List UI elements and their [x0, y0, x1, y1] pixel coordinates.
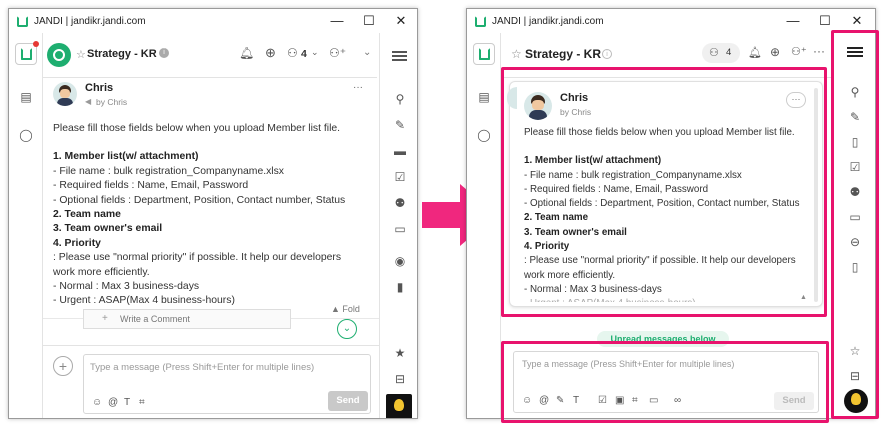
message-input-placeholder: Type a message (Press Shift+Enter for mu…: [90, 362, 315, 373]
left-rail: ▤ ◯: [467, 33, 501, 418]
mentions-icon[interactable]: ✎: [392, 117, 408, 133]
invite-icon[interactable]: ⚇⁺: [791, 45, 807, 58]
star-icon[interactable]: ☆: [76, 48, 86, 61]
message-input[interactable]: Type a message (Press Shift+Enter for mu…: [83, 354, 371, 414]
minimize-button[interactable]: —: [777, 9, 809, 33]
minimize-button[interactable]: —: [321, 9, 353, 33]
text-format-icon[interactable]: T: [124, 397, 130, 408]
maximize-button[interactable]: ☐: [353, 9, 385, 33]
send-button[interactable]: Send: [328, 391, 368, 411]
files-icon[interactable]: ▤: [18, 89, 34, 105]
emoji-icon[interactable]: ☺: [92, 397, 102, 408]
left-rail: ▤ ◯: [9, 33, 43, 418]
org-chart-icon[interactable]: ⚉: [392, 195, 408, 211]
highlight-message-card: [501, 67, 827, 317]
invite-icon[interactable]: ⚇⁺: [329, 46, 346, 60]
message-card: Chris ◀ by Chris ··· Please fill those f…: [43, 78, 379, 318]
message-body: Please fill those fields below when you …: [53, 122, 365, 312]
right-rail: ⚲ ✎ ▬ ☑ ⚉ ▭ ◉ ▮ ★ ⊟: [379, 33, 417, 418]
author-name[interactable]: Chris: [85, 82, 113, 94]
message-more-button[interactable]: ···: [353, 82, 363, 93]
search-icon[interactable]: ⚲: [392, 91, 408, 107]
info-icon[interactable]: i: [602, 49, 612, 59]
composer-area: + Type a message (Press Shift+Enter for …: [43, 345, 379, 418]
author-avatar[interactable]: [53, 82, 77, 106]
message-line: 1. Member list(w/ attachment): [53, 151, 199, 163]
star-icon[interactable]: ☆: [511, 47, 522, 61]
window-title: JANDI | jandikr.jandi.com: [492, 15, 604, 27]
message-line: - File name : bulk registration_Companyn…: [53, 165, 284, 177]
jandi-logo-icon: [475, 15, 486, 27]
file-icon[interactable]: ▬: [392, 143, 408, 159]
chevron-down-icon[interactable]: ⌄: [311, 47, 319, 58]
reply-icon: ◀: [85, 97, 92, 106]
collapse-icon[interactable]: ⌄: [363, 47, 371, 58]
more-icon[interactable]: ···: [813, 44, 825, 58]
menu-icon[interactable]: [392, 51, 407, 61]
fold-button[interactable]: ▲ Fold: [331, 304, 360, 314]
code-icon[interactable]: ⌗: [139, 397, 145, 408]
message-line: 4. Priority: [53, 237, 101, 249]
member-count[interactable]: 4: [301, 48, 307, 60]
user-avatar[interactable]: [386, 394, 412, 418]
scroll-down-button[interactable]: ⌄: [337, 319, 357, 339]
member-count: 4: [726, 47, 732, 58]
highlight-composer: [501, 341, 829, 423]
window-title: JANDI | jandikr.jandi.com: [34, 15, 146, 27]
message-line: : Please use "normal priority" if possib…: [53, 252, 342, 278]
todo-icon[interactable]: ☑: [392, 169, 408, 185]
message-line: 3. Team owner's email: [53, 223, 163, 235]
bell-icon[interactable]: 🔔︎: [748, 46, 762, 59]
connect-icon[interactable]: ⊕: [265, 45, 276, 61]
members-pill[interactable]: ⚇ 4: [702, 43, 740, 63]
topic-header: ☆ Strategy - KR i 🔔︎ ⊕ ⚇ 4 ⌄ ⚇⁺ ⌄: [43, 33, 377, 78]
tray-icon[interactable]: ⊟: [392, 371, 408, 387]
bell-icon[interactable]: 🔔︎: [239, 46, 254, 60]
members-icon[interactable]: ⚇: [287, 46, 298, 60]
old-ui-window: JANDI | jandikr.jandi.com — ☐ ✕ ▤ ◯ ☆ St…: [8, 8, 418, 419]
bookmark-icon[interactable]: ▮: [392, 279, 408, 295]
message-line: - Required fields : Name, Email, Passwor…: [53, 180, 249, 192]
by-line: by Chris: [96, 97, 128, 107]
message-line: Please fill those fields below when you …: [53, 123, 341, 134]
add-button[interactable]: +: [53, 356, 73, 376]
favorite-star-icon[interactable]: ★: [392, 345, 408, 361]
highlight-right-rail: [831, 30, 879, 419]
topic-title: Strategy - KR: [525, 47, 602, 61]
message-line: - Normal : Max 3 business-days: [53, 281, 200, 293]
team-logo-icon[interactable]: [15, 41, 39, 65]
message-line: 2. Team name: [53, 209, 121, 221]
connect-icon[interactable]: ⊕: [770, 45, 780, 59]
write-comment-box[interactable]: + Write a Comment: [83, 309, 291, 329]
team-logo-icon[interactable]: [473, 43, 495, 65]
message-line: - Urgent : ASAP(Max 4 business-hours): [53, 295, 235, 307]
members-icon: ⚇: [709, 47, 719, 59]
chat-icon[interactable]: ◯: [18, 127, 34, 143]
integration-icon[interactable]: ◉: [392, 253, 408, 269]
mention-icon[interactable]: @: [108, 397, 118, 408]
topic-icon: [47, 43, 71, 67]
jandi-logo-icon: [17, 15, 28, 27]
chat-icon[interactable]: ◯: [476, 127, 492, 143]
message-line: - Optional fields : Department, Position…: [53, 194, 346, 206]
close-button[interactable]: ✕: [385, 9, 417, 33]
inbox-icon[interactable]: ▭: [392, 221, 408, 237]
files-icon[interactable]: ▤: [476, 89, 492, 105]
plus-icon: +: [102, 313, 108, 324]
write-comment-label: Write a Comment: [120, 314, 190, 324]
topic-title: Strategy - KR: [87, 48, 157, 60]
message-line: [53, 136, 365, 150]
info-icon[interactable]: i: [159, 48, 169, 58]
